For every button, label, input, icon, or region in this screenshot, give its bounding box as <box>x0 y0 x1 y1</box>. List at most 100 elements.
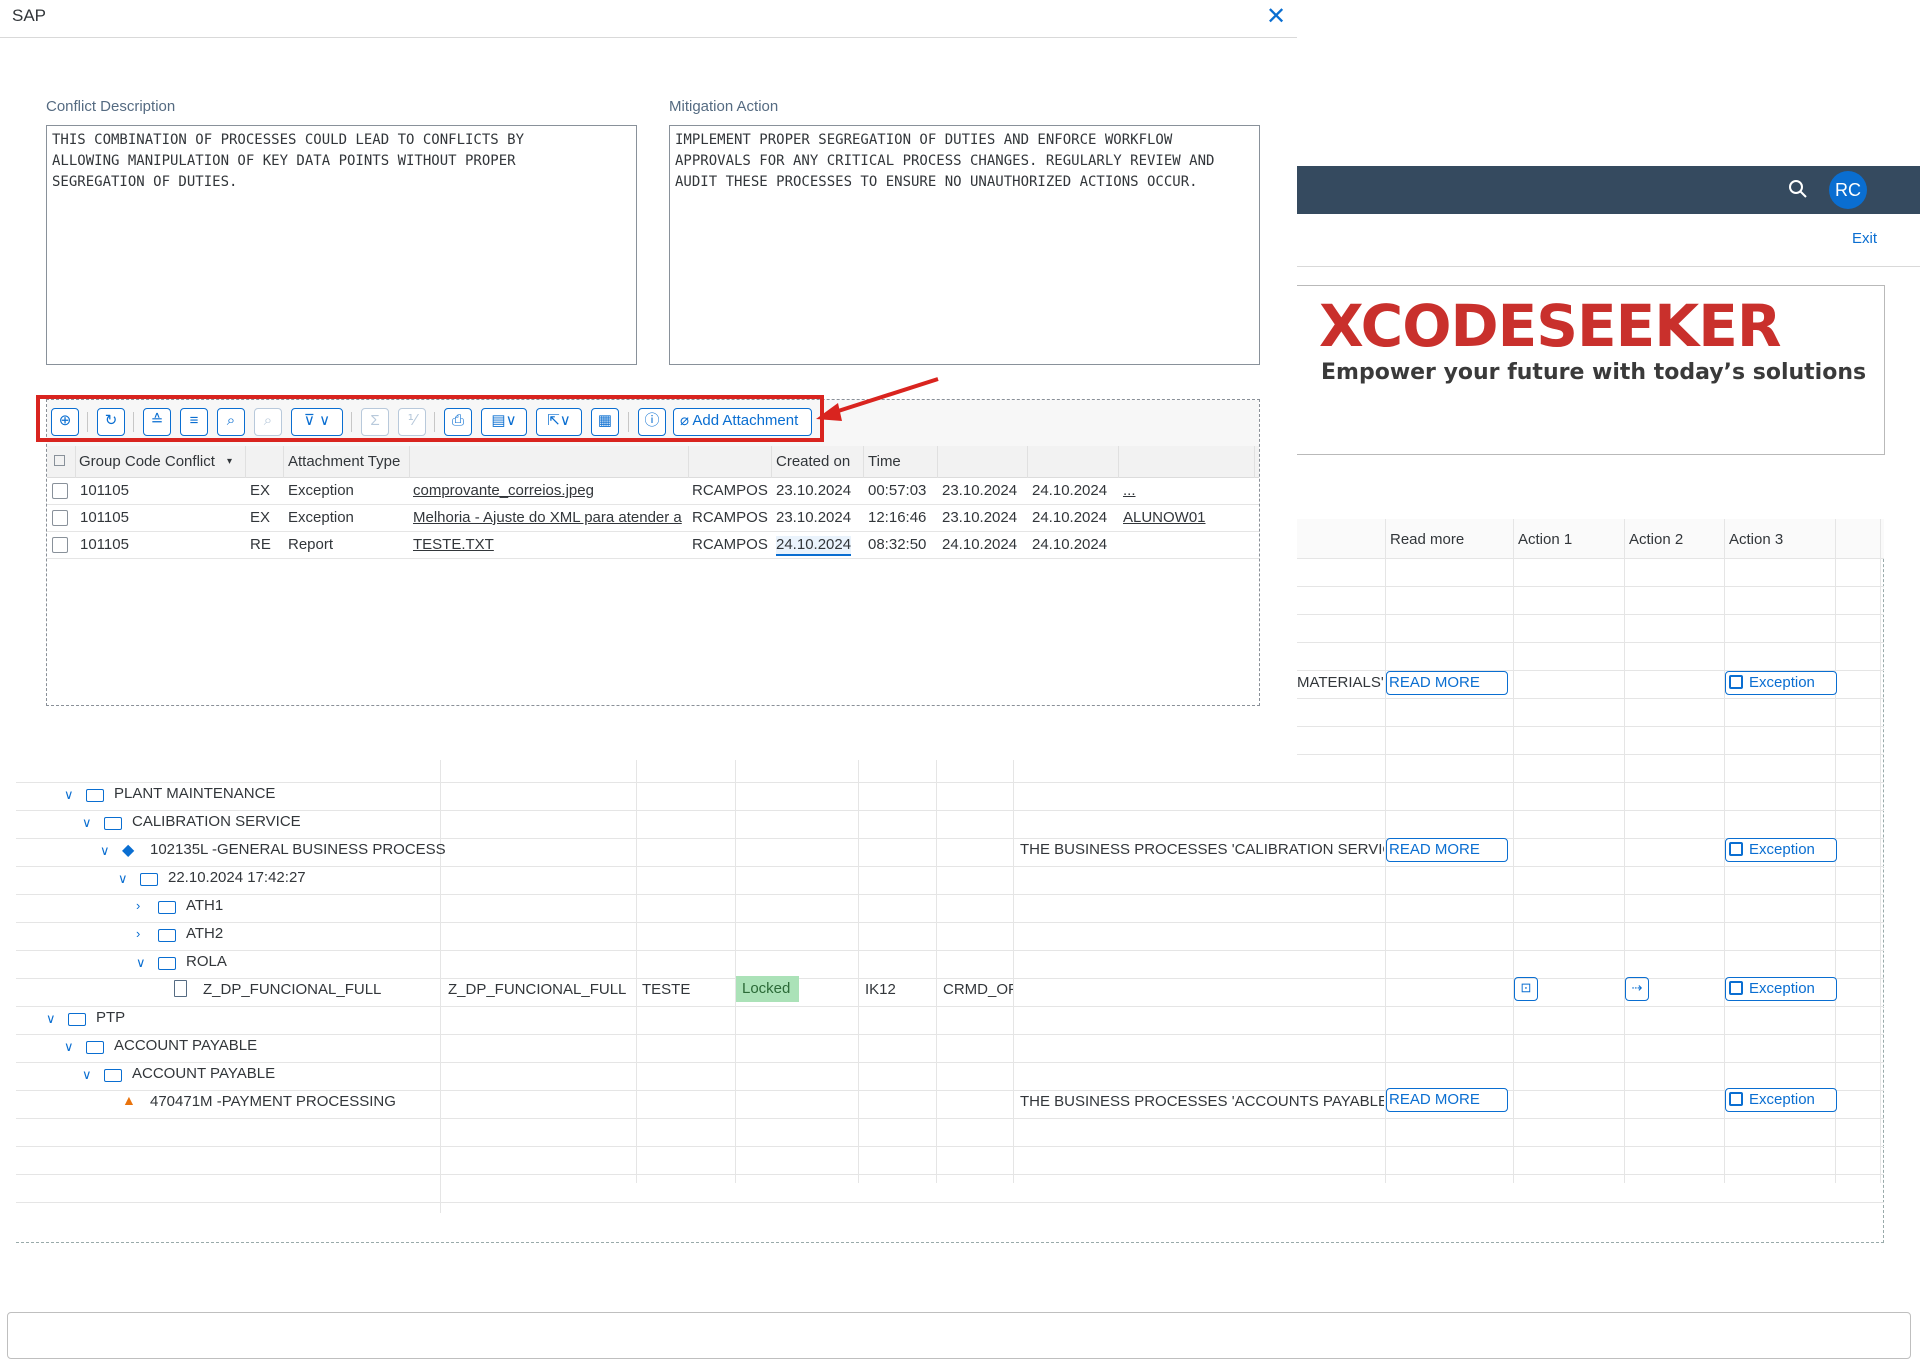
chevron-down-icon[interactable]: ∨ <box>82 1067 92 1083</box>
chevron-down-icon[interactable]: ∨ <box>118 871 128 887</box>
brand-logo: XCODESEEKER <box>1319 292 1782 360</box>
code-cell: EX <box>250 482 271 499</box>
table-row <box>16 1175 1884 1203</box>
unlock-icon[interactable]: ⊡ <box>1514 977 1538 1001</box>
table-row[interactable]: 101105 EX Exception Melhoria - Ajuste do… <box>47 505 1259 532</box>
created-cell: 23.10.2024 <box>776 482 852 499</box>
risk-diamond-icon: ◆ <box>122 842 135 859</box>
column-header-action-2[interactable]: Action 2 <box>1629 531 1683 548</box>
table-row[interactable]: 101105 RE Report TESTE.TXT RCAMPOS 24.10… <box>47 532 1259 559</box>
column-header-created[interactable]: Created on <box>776 453 850 470</box>
exception-icon <box>1729 675 1743 689</box>
read-more-button[interactable]: READ MORE <box>1386 1088 1508 1112</box>
tree-node-ath1[interactable]: ATH1 <box>186 897 223 914</box>
tree-node-rola[interactable]: ROLA <box>186 953 227 970</box>
mitigation-action-field[interactable]: IMPLEMENT PROPER SEGREGATION OF DUTIES A… <box>669 125 1260 365</box>
created-cell-selected[interactable]: 24.10.2024 <box>776 536 852 556</box>
folder-open-icon <box>104 817 122 830</box>
user-cell: RCAMPOS <box>692 482 768 499</box>
close-icon[interactable]: ✕ <box>1266 2 1286 31</box>
search-icon[interactable] <box>1787 178 1809 200</box>
table-row <box>16 1035 1884 1063</box>
tree-node-ath2[interactable]: ATH2 <box>186 925 223 942</box>
tree-node-general-business-process[interactable]: 102135L -GENERAL BUSINESS PROCESS <box>150 841 446 858</box>
assign-user-icon[interactable]: ⇢ <box>1625 977 1649 1001</box>
row-checkbox[interactable] <box>52 483 68 499</box>
brand-tagline: Empower your future with today’s solutio… <box>1321 360 1867 385</box>
tree-node-ptp[interactable]: PTP <box>96 1009 125 1026</box>
column-header-action-3[interactable]: Action 3 <box>1729 531 1783 548</box>
avatar[interactable]: RC <box>1829 171 1867 209</box>
brand-banner: XCODESEEKER Empower your future with tod… <box>1297 285 1885 455</box>
tree-node-account-payable[interactable]: ACCOUNT PAYABLE <box>114 1037 257 1054</box>
table-row <box>16 1007 1884 1035</box>
exception-button[interactable]: Exception <box>1725 671 1837 695</box>
object-cell: CRMD_OF <box>943 981 1013 998</box>
tree-node-calibration-service[interactable]: CALIBRATION SERVICE <box>132 813 301 830</box>
column-header-group[interactable]: Group Code Conflict <box>79 453 215 470</box>
table-row[interactable]: 101105 EX Exception comprovante_correios… <box>47 478 1259 505</box>
file-link[interactable]: Melhoria - Ajuste do XML para atender a <box>413 509 685 526</box>
chevron-down-icon[interactable]: ∨ <box>64 1039 74 1055</box>
sort-indicator-icon: ▾ <box>227 456 233 467</box>
row-checkbox[interactable] <box>52 510 68 526</box>
grid-header-row: Group Code Conflict ▾ Attachment Type Cr… <box>47 446 1259 478</box>
extra-link[interactable]: ALUNOW01 <box>1123 509 1206 526</box>
chevron-down-icon[interactable]: ∨ <box>136 955 146 971</box>
column-header-time[interactable]: Time <box>868 453 901 470</box>
chevron-right-icon[interactable]: › <box>136 898 140 913</box>
mitigation-action-label: Mitigation Action <box>669 98 779 115</box>
chevron-right-icon[interactable]: › <box>136 926 140 941</box>
attachments-grid: ⊕ ↻ ≙ ≡ ⌕ ⌕ ⊽ ∨ Σ ⅟ ⎙ ▤∨ ⇱∨ ▦ ⓘ ⌀ Add At… <box>46 399 1260 706</box>
row-checkbox[interactable] <box>52 537 68 553</box>
exit-link[interactable]: Exit <box>1852 230 1877 247</box>
chevron-down-icon[interactable]: ∨ <box>46 1011 56 1027</box>
date-cell: 23.10.2024 <box>942 509 1018 526</box>
dialog-title: SAP <box>12 6 47 25</box>
column-divider <box>1513 519 1514 1183</box>
date-cell: 23.10.2024 <box>942 482 1018 499</box>
exception-icon <box>1729 1092 1743 1106</box>
file-link[interactable]: TESTE.TXT <box>413 536 685 553</box>
exception-button[interactable]: Exception <box>1725 1088 1837 1112</box>
column-header-type[interactable]: Attachment Type <box>288 453 400 470</box>
tree-node-role[interactable]: Z_DP_FUNCIONAL_FULL <box>203 981 381 998</box>
conflict-description-field[interactable]: THIS COMBINATION OF PROCESSES COULD LEAD… <box>46 125 637 365</box>
column-header-read-more[interactable]: Read more <box>1390 531 1464 548</box>
extra-link[interactable]: ... <box>1123 482 1136 499</box>
dialog-header: SAP ✕ <box>0 0 1297 38</box>
tree-node-payment-processing[interactable]: 470471M -PAYMENT PROCESSING <box>150 1093 396 1110</box>
chevron-down-icon[interactable]: ∨ <box>82 815 92 831</box>
read-more-button[interactable]: READ MORE <box>1386 838 1508 862</box>
exception-button[interactable]: Exception <box>1725 977 1837 1001</box>
read-more-button[interactable]: READ MORE <box>1386 671 1508 695</box>
tree-node-timestamp[interactable]: 22.10.2024 17:42:27 <box>168 869 306 886</box>
column-divider <box>1880 519 1881 1183</box>
divider <box>1297 266 1920 267</box>
chevron-down-icon[interactable]: ∨ <box>64 787 74 803</box>
command-field[interactable] <box>7 1312 1911 1359</box>
column-header-action-1[interactable]: Action 1 <box>1518 531 1572 548</box>
warning-triangle-icon: ▲ <box>122 1092 136 1108</box>
folder-icon <box>158 901 176 914</box>
tree-node-plant-maintenance[interactable]: PLANT MAINTENANCE <box>114 785 275 802</box>
folder-open-icon <box>104 1069 122 1082</box>
exception-button[interactable]: Exception <box>1725 838 1837 862</box>
table-row <box>16 923 1884 951</box>
role-name-cell: Z_DP_FUNCIONAL_FULL <box>448 981 627 998</box>
date-cell: 24.10.2024 <box>1032 509 1108 526</box>
tree-node-account-payable-sub[interactable]: ACCOUNT PAYABLE <box>132 1065 275 1082</box>
chevron-down-icon[interactable]: ∨ <box>100 843 110 859</box>
table-row <box>16 783 1884 811</box>
exception-label: Exception <box>1749 841 1815 858</box>
user-cell: RCAMPOS <box>692 509 768 526</box>
select-all-icon[interactable] <box>54 455 65 466</box>
file-link[interactable]: comprovante_correios.jpeg <box>413 482 685 499</box>
exception-label: Exception <box>1749 980 1815 997</box>
exception-label: Exception <box>1749 1091 1815 1108</box>
table-row <box>16 1119 1884 1147</box>
sap-dialog: SAP ✕ Conflict Description THIS COMBINAT… <box>0 0 1297 760</box>
user-cell: TESTE <box>642 981 691 998</box>
shell-bar <box>1297 166 1920 214</box>
exception-label: Exception <box>1749 674 1815 691</box>
